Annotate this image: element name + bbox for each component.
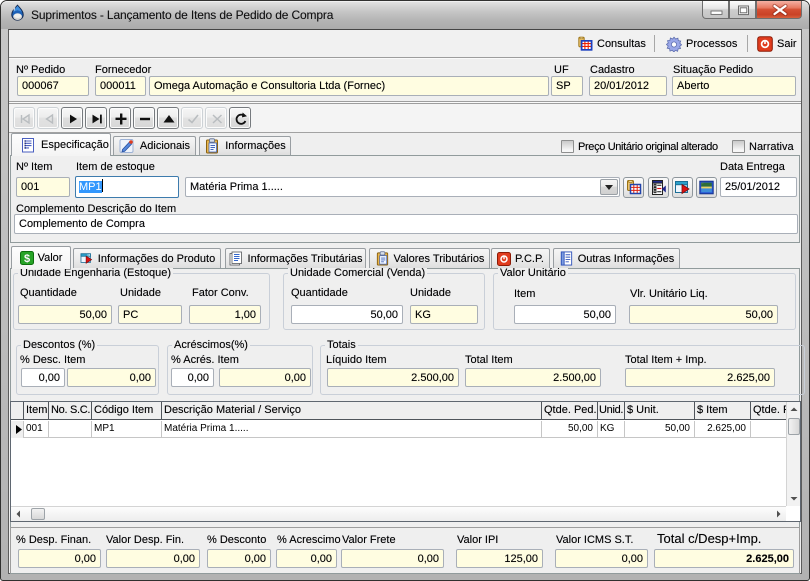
svg-text:$: $ bbox=[24, 253, 30, 265]
